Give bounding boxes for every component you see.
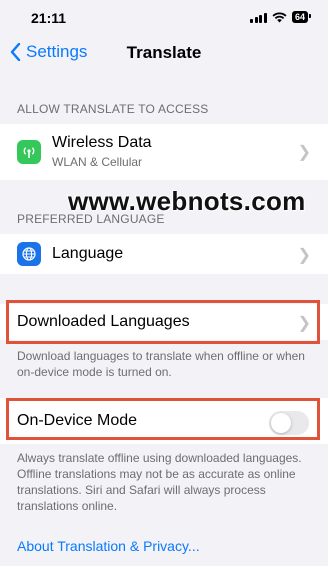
page-title: Translate — [126, 43, 202, 62]
signal-icon — [250, 12, 267, 23]
antenna-icon — [17, 140, 41, 164]
navigation-bar: Settings Translate — [0, 36, 328, 70]
on-device-footer: Always translate offline using downloade… — [17, 451, 302, 513]
wireless-data-title: Wireless Data — [52, 134, 152, 151]
language-title: Language — [52, 245, 124, 262]
section-header-access: ALLOW TRANSLATE TO ACCESS — [17, 102, 209, 116]
battery-icon: 64 — [291, 11, 312, 23]
status-bar: 21:11 64 — [0, 0, 328, 36]
watermark: www.webnots.com — [68, 186, 306, 216]
about-translation-privacy-link[interactable]: About Translation & Privacy... — [17, 538, 200, 554]
globe-icon — [17, 242, 41, 266]
chevron-right-icon: ❯ — [297, 144, 311, 161]
language-row[interactable]: Language ❯ — [0, 234, 328, 274]
highlight-box-on-device — [6, 398, 320, 440]
downloaded-footer: Download languages to translate when off… — [17, 349, 305, 379]
wireless-data-row[interactable]: Wireless Data WLAN & Cellular ❯ — [0, 124, 328, 180]
wifi-icon — [272, 11, 287, 22]
highlight-box-downloaded — [6, 300, 320, 344]
status-time: 21:11 — [31, 10, 67, 26]
chevron-right-icon: ❯ — [297, 247, 311, 264]
wireless-data-subtitle: WLAN & Cellular — [52, 155, 143, 169]
status-icons: 64 — [250, 11, 312, 23]
